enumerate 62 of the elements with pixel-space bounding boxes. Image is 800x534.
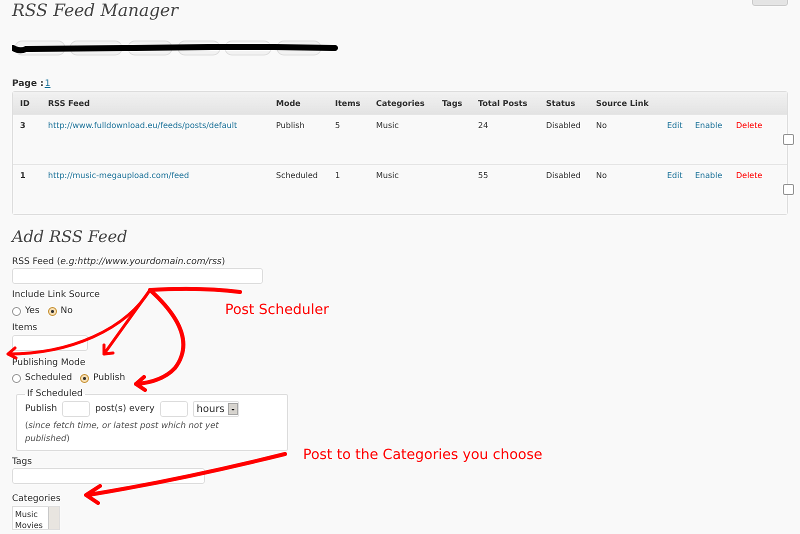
tags-field[interactable] [12, 468, 205, 484]
table-cell-text: Disabled [546, 121, 582, 131]
feed-link[interactable]: http://music-megaupload.com/feed [48, 171, 276, 181]
annotation-text: Post to the Categories you choose [303, 447, 542, 463]
radio-option[interactable]: Yes [12, 306, 40, 316]
list-option[interactable]: Music [15, 509, 48, 520]
table-cell-text: 55 [478, 171, 490, 181]
table-cell-text: No [596, 121, 608, 131]
field-label: post(s) every [95, 404, 155, 414]
table-cell-text: 24 [478, 121, 490, 131]
radio-option[interactable]: Scheduled [12, 373, 72, 383]
row-checkbox[interactable] [783, 134, 794, 145]
action-link[interactable]: Edit [667, 171, 695, 181]
field-label: Include Link Source [12, 290, 100, 301]
table-cell-text: 1 [20, 171, 27, 181]
feed-link[interactable]: http://www.fulldownload.eu/feeds/posts/default [48, 121, 276, 131]
delete-link[interactable]: Delete [736, 121, 781, 131]
field-label: Items [12, 323, 38, 334]
count-field[interactable] [62, 401, 90, 417]
table-cell-text: Publish [276, 121, 306, 131]
action-link[interactable]: Enable [695, 121, 736, 131]
schedule-note: (since fetch time, or latest post which not yet published) [25, 420, 220, 446]
page-link[interactable]: 1 [44, 79, 50, 91]
radio-option[interactable]: Publish [80, 373, 126, 383]
column-header: Source Link [596, 98, 650, 108]
group-legend: If Scheduled [25, 389, 85, 399]
table-cell-text: 3 [20, 121, 27, 131]
table-cell-text: Music [376, 171, 400, 181]
table-cell-text: Music [376, 121, 400, 131]
table-cell-text: Scheduled [276, 171, 319, 181]
column-header: ID [20, 98, 31, 108]
action-link[interactable]: Enable [695, 171, 736, 181]
table-cell-text: Disabled [546, 171, 582, 181]
unit-dropdown[interactable]: hours [192, 401, 239, 417]
interval-field[interactable] [160, 401, 188, 417]
column-header: Mode [276, 98, 302, 108]
column-header: Tags [442, 98, 464, 108]
column-header: Categories [376, 98, 426, 108]
column-header: RSS Feed [48, 98, 91, 108]
field-label: Publish [25, 404, 58, 414]
field-label: Categories [12, 494, 61, 505]
column-header: Items [335, 98, 362, 108]
page-title: RSS Feed Manager [12, 1, 178, 23]
section-title: Add RSS Feed [12, 227, 128, 248]
table-cell-text: 1 [335, 171, 342, 181]
dropdown-icon [228, 403, 238, 415]
field-label: Tags [12, 457, 32, 468]
list-option[interactable]: Movies [15, 520, 48, 529]
action-link[interactable]: Edit [667, 121, 695, 131]
field-label: RSS Feed (e.g:http://www.yourdomain.com/rss) [12, 257, 226, 268]
feed-url-field[interactable] [12, 268, 263, 284]
radio-option[interactable]: No [48, 306, 73, 316]
delete-link[interactable]: Delete [736, 171, 781, 181]
row-checkbox[interactable] [783, 184, 794, 195]
table-cell-text: 5 [335, 121, 342, 131]
table-cell-text: No [596, 171, 608, 181]
field-label: Publishing Mode [12, 358, 86, 369]
categories-listbox[interactable]: Music Movies [12, 506, 60, 530]
column-header: Total Posts [478, 98, 528, 108]
page-label: Page : [12, 79, 44, 91]
annotation-text: Post Scheduler [225, 302, 329, 318]
column-header: Status [546, 98, 576, 108]
